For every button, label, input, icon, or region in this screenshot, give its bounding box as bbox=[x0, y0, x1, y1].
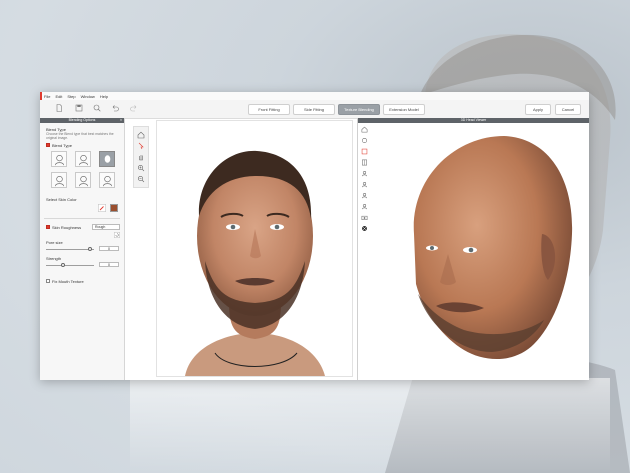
blend-tile-2[interactable] bbox=[75, 151, 91, 167]
zoom-in-icon[interactable] bbox=[137, 164, 145, 172]
view-tools bbox=[133, 126, 149, 188]
pore-size-slider-thumb[interactable] bbox=[88, 247, 92, 251]
pore-size-value: 0 bbox=[108, 247, 110, 251]
zoom-out-icon[interactable] bbox=[137, 175, 145, 183]
blend-tile-4[interactable] bbox=[51, 172, 67, 188]
panel-title: Blending Options bbox=[68, 118, 96, 122]
menu-help[interactable]: Help bbox=[100, 94, 108, 99]
skin-roughness-checkbox[interactable] bbox=[46, 225, 50, 229]
new-file-icon[interactable] bbox=[54, 103, 64, 113]
top-view-icon[interactable] bbox=[361, 203, 368, 210]
pointer-icon[interactable] bbox=[137, 142, 145, 150]
skin-roughness-value: Rough bbox=[95, 225, 106, 229]
face-outline-icon bbox=[79, 176, 88, 187]
pore-size-label: Pore size bbox=[46, 240, 63, 245]
menu-edit[interactable]: Edit bbox=[55, 94, 62, 99]
divider bbox=[44, 218, 120, 219]
skin-color-label: Select Skin Color bbox=[46, 197, 77, 202]
face-outline-icon bbox=[55, 176, 64, 187]
panel-header: Blending Options × bbox=[40, 118, 124, 123]
blend-tile-3[interactable] bbox=[99, 151, 115, 167]
blend-type-checkbox-label: Blend Type bbox=[52, 142, 72, 148]
step-texture-blending-button[interactable]: Texture Blending bbox=[338, 104, 380, 115]
menu-step[interactable]: Step bbox=[67, 94, 75, 99]
view-separator bbox=[357, 118, 358, 380]
side-view-icon[interactable] bbox=[361, 181, 368, 188]
app-accent-mark bbox=[40, 92, 42, 100]
texture-icon[interactable] bbox=[361, 148, 368, 155]
strength-label: Strength bbox=[46, 256, 62, 261]
app-window: File Edit Step Window Help Front Fitting… bbox=[40, 92, 589, 380]
pore-size-slider-track[interactable] bbox=[46, 249, 94, 250]
strength-slider-thumb[interactable] bbox=[61, 263, 65, 267]
viewer-header: 3D Head Viewer bbox=[358, 118, 589, 123]
fix-mouth-checkbox[interactable] bbox=[46, 279, 50, 283]
blend-tile-1[interactable] bbox=[51, 151, 67, 167]
face-outline-icon bbox=[103, 176, 112, 187]
screenshot-icon[interactable] bbox=[361, 214, 368, 221]
undo-icon[interactable] bbox=[110, 103, 120, 113]
front-photo-view[interactable] bbox=[156, 120, 353, 377]
home-icon[interactable] bbox=[361, 126, 368, 133]
window-reflection bbox=[130, 378, 610, 473]
eyedropper-icon[interactable] bbox=[98, 204, 106, 212]
step-front-fitting-button[interactable]: Front Fitting bbox=[248, 104, 290, 115]
step-extension-model-button[interactable]: Extension Model bbox=[383, 104, 425, 115]
reset-view-icon[interactable] bbox=[361, 137, 368, 144]
apply-button[interactable]: Apply bbox=[525, 104, 551, 115]
blending-options-panel: Blending Options × Blend Type Choose the… bbox=[40, 118, 125, 380]
front-view-icon[interactable] bbox=[361, 170, 368, 177]
mirror-icon[interactable] bbox=[361, 159, 368, 166]
hand-icon[interactable] bbox=[137, 153, 145, 161]
reset-icon[interactable] bbox=[114, 232, 120, 238]
viewer-tools bbox=[360, 124, 370, 234]
menu-file[interactable]: File bbox=[44, 94, 50, 99]
face-outline-icon bbox=[79, 155, 88, 166]
viewer-title: 3D Head Viewer bbox=[460, 118, 487, 122]
menu-bar: File Edit Step Window Help bbox=[40, 92, 589, 100]
front-face-photo bbox=[185, 150, 325, 376]
blend-tile-6[interactable] bbox=[99, 172, 115, 188]
blend-type-checkbox[interactable] bbox=[46, 143, 50, 147]
back-view-icon[interactable] bbox=[361, 192, 368, 199]
redo-icon[interactable] bbox=[129, 103, 139, 113]
step-side-fitting-button[interactable]: Side Fitting bbox=[293, 104, 335, 115]
face-filled-icon bbox=[104, 155, 111, 163]
pore-size-input[interactable]: 0 bbox=[99, 246, 119, 251]
strength-input[interactable]: 0 bbox=[99, 262, 119, 267]
skin-color-swatch[interactable] bbox=[110, 204, 118, 212]
home-icon[interactable] bbox=[137, 131, 145, 139]
toolbar: Front Fitting Side Fitting Texture Blend… bbox=[40, 100, 589, 119]
blend-tile-5[interactable] bbox=[75, 172, 91, 188]
menu-window[interactable]: Window bbox=[81, 94, 95, 99]
3d-head-viewport[interactable] bbox=[374, 124, 588, 380]
strength-value: 0 bbox=[108, 263, 110, 267]
fix-mouth-label: Fix Mouth Texture bbox=[52, 278, 84, 284]
panel-close-icon[interactable]: × bbox=[120, 118, 122, 123]
cancel-button[interactable]: Cancel bbox=[555, 104, 581, 115]
blend-type-description: Choose the Blend type that best matches … bbox=[46, 132, 114, 141]
save-icon[interactable] bbox=[74, 103, 84, 113]
face-outline-icon bbox=[55, 155, 64, 166]
skin-roughness-label: Skin Roughness bbox=[52, 224, 82, 230]
skin-roughness-dropdown[interactable]: Rough bbox=[92, 224, 120, 230]
strength-slider-track[interactable] bbox=[46, 265, 94, 266]
zoom-fit-icon[interactable] bbox=[92, 103, 102, 113]
wireframe-icon[interactable] bbox=[361, 225, 368, 232]
3d-head-model bbox=[413, 136, 573, 360]
